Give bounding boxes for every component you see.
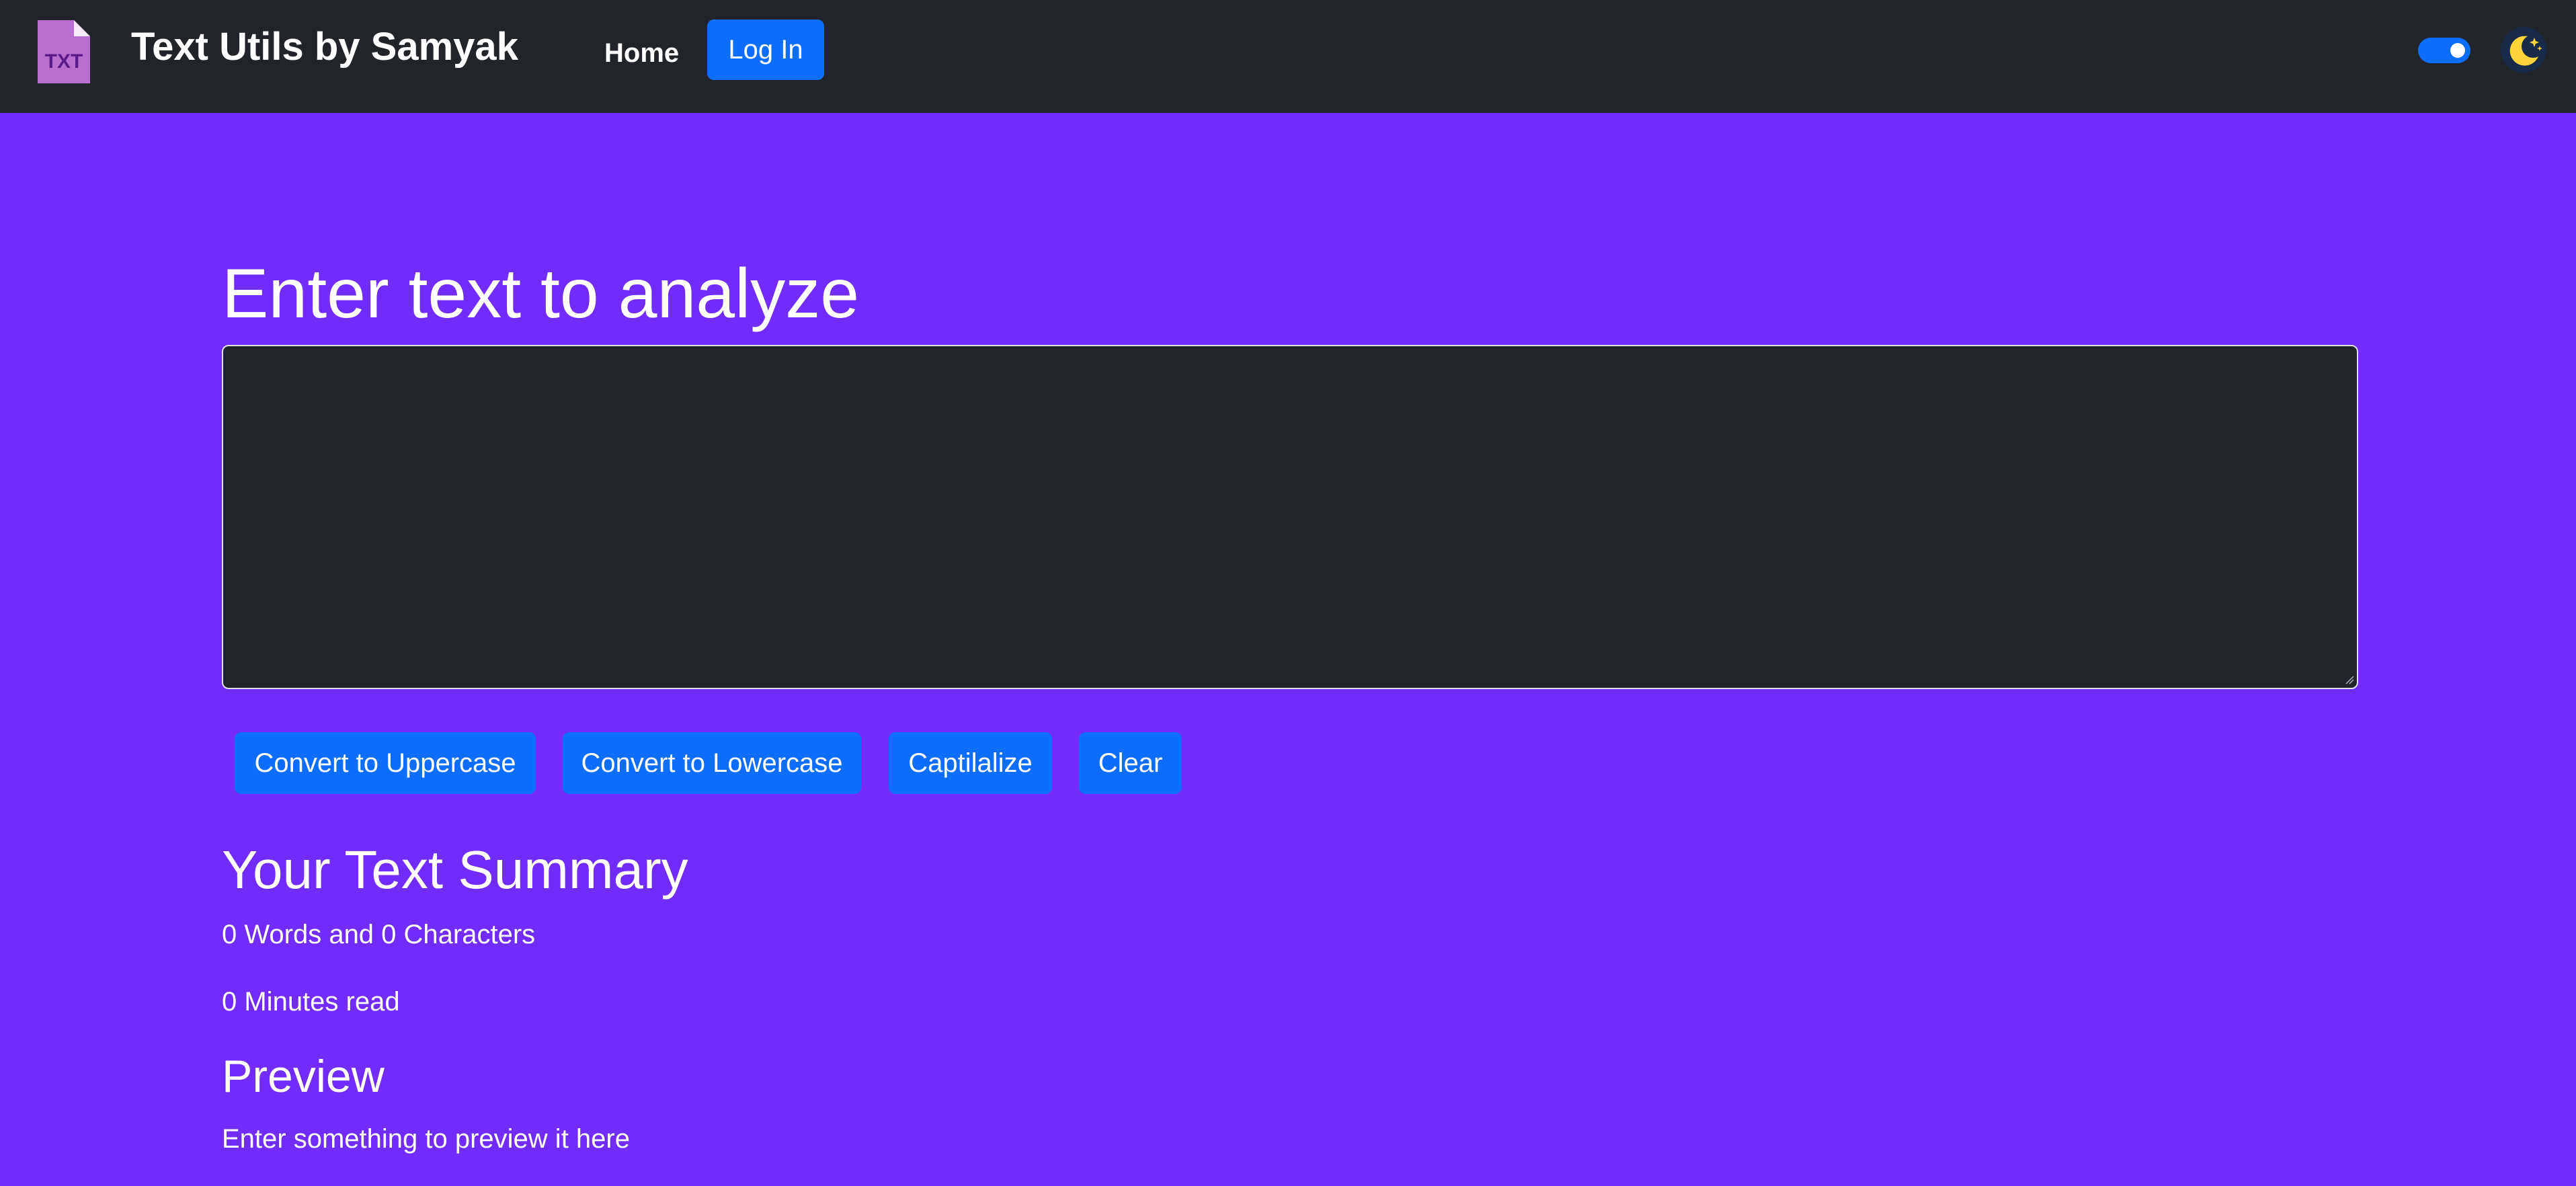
summary-title: Your Text Summary [222, 840, 688, 900]
read-time: 0 Minutes read [222, 987, 400, 1017]
preview-text: Enter something to preview it here [222, 1124, 630, 1154]
txt-file-icon[interactable]: TXT [35, 17, 93, 86]
word-char-count: 0 Words and 0 Characters [222, 920, 536, 949]
convert-lowercase-button[interactable]: Convert to Lowercase [563, 732, 861, 794]
dark-mode-toggle[interactable] [2418, 38, 2470, 63]
clear-button[interactable]: Clear [1079, 732, 1182, 794]
convert-uppercase-button[interactable]: Convert to Uppercase [235, 732, 536, 794]
login-button[interactable]: Log In [707, 19, 824, 80]
navbar: TXT Text Utils by Samyak Home Log In [0, 0, 2576, 113]
preview-title: Preview [222, 1051, 385, 1102]
toggle-knob [2450, 43, 2465, 58]
nav-link-home[interactable]: Home [604, 32, 679, 75]
resize-grip-icon[interactable] [2345, 675, 2354, 684]
text-input-area[interactable] [222, 345, 2358, 689]
page-heading: Enter text to analyze [222, 255, 860, 333]
brand-title[interactable]: Text Utils by Samyak [131, 20, 518, 74]
capitalize-button[interactable]: Captilalize [889, 732, 1052, 794]
logo-text: TXT [45, 50, 83, 73]
moon-stars-icon[interactable] [2499, 26, 2548, 74]
